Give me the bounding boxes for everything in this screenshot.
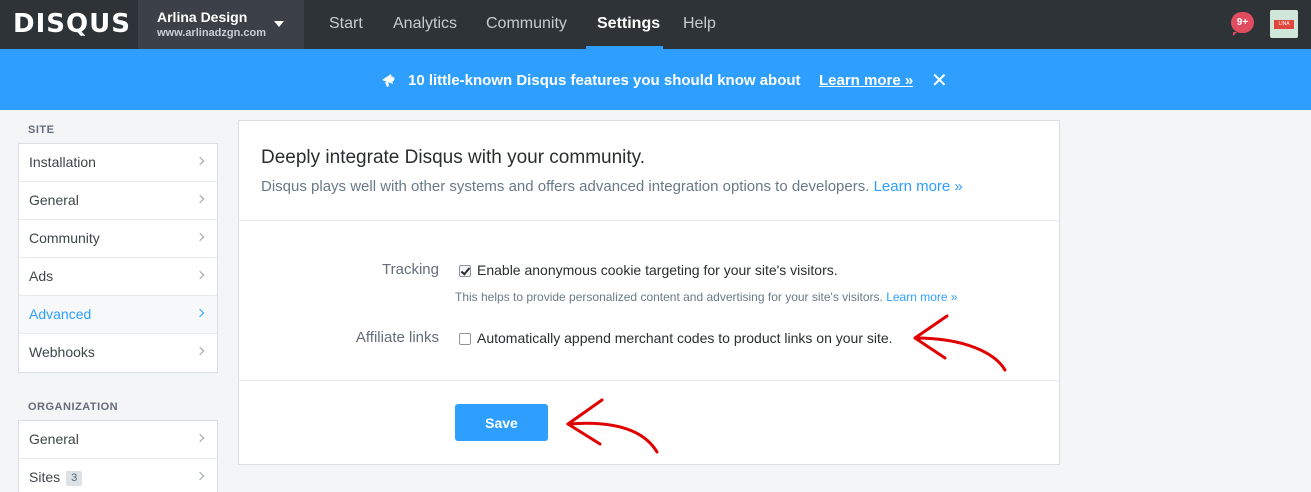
sidebar-item-webhooks[interactable]: Webhooks [19, 334, 217, 372]
disqus-logo[interactable]: DISQUS [13, 9, 131, 39]
tracking-label: Tracking [382, 261, 439, 278]
nav-help[interactable]: Help [683, 15, 716, 33]
tracking-checkbox[interactable] [459, 265, 471, 277]
sidebar-item-community[interactable]: Community [19, 220, 217, 258]
annotation-arrow-icon [566, 398, 659, 454]
banner-learn-more-link[interactable]: Learn more » [819, 72, 913, 89]
tracking-help: This helps to provide personalized conte… [455, 290, 883, 304]
chevron-right-icon [195, 156, 205, 166]
sites-count-badge: 3 [66, 471, 83, 486]
caret-down-icon [274, 21, 284, 27]
tracking-checkbox-label[interactable]: Enable anonymous cookie targeting for yo… [477, 262, 838, 278]
panel-header: Deeply integrate Disqus with your commun… [239, 121, 1059, 221]
chevron-right-icon [195, 270, 205, 280]
sidebar-item-general[interactable]: General [19, 182, 217, 220]
tracking-help-text: This helps to provide personalized conte… [455, 290, 958, 304]
close-icon[interactable]: ✕ [931, 68, 948, 93]
affiliate-links-checkbox[interactable] [459, 333, 471, 345]
sidebar-item-label: General [29, 431, 79, 447]
sidebar-item-org-general[interactable]: General [19, 421, 217, 459]
announcement-banner: 10 little-known Disqus features you shou… [0, 49, 1311, 110]
nav-analytics[interactable]: Analytics [393, 15, 457, 33]
page-subtitle: Disqus plays well with other systems and… [261, 178, 963, 195]
chevron-right-icon [195, 433, 205, 443]
avatar[interactable]: LINA [1270, 10, 1298, 38]
page-title: Deeply integrate Disqus with your commun… [261, 147, 646, 168]
nav-start[interactable]: Start [329, 15, 363, 33]
site-url: www.arlinadzgn.com [157, 27, 266, 39]
sidebar-item-label: Community [29, 230, 100, 246]
avatar-label: LINA [1274, 20, 1294, 29]
panel-divider [239, 380, 1059, 381]
subtitle-learn-more-link[interactable]: Learn more » [874, 178, 963, 195]
notification-badge[interactable]: 9+ [1231, 12, 1254, 36]
megaphone-icon [382, 74, 395, 87]
affiliate-links-label: Affiliate links [355, 329, 439, 346]
chevron-right-icon [195, 232, 205, 242]
sidebar-item-label: Webhooks [29, 344, 95, 360]
chevron-right-icon [195, 308, 205, 318]
site-switcher[interactable]: Arlina Design www.arlinadzgn.com [138, 0, 304, 49]
chevron-right-icon [195, 346, 205, 356]
affiliate-links-checkbox-label[interactable]: Automatically append merchant codes to p… [477, 330, 893, 346]
top-navigation: DISQUS Arlina Design www.arlinadzgn.com … [0, 0, 1311, 49]
annotation-arrow-icon [913, 314, 1007, 372]
sidebar-item-label: General [29, 192, 79, 208]
sidebar-item-label: Ads [29, 268, 54, 284]
sidebar-organization-list: General Sites 3 [18, 420, 218, 492]
nav-settings[interactable]: Settings [597, 15, 660, 33]
save-button[interactable]: Save [455, 404, 548, 441]
subtitle-text: Disqus plays well with other systems and… [261, 178, 870, 195]
sidebar-item-label: Advanced [29, 306, 92, 322]
sidebar-item-ads[interactable]: Ads [19, 258, 217, 296]
sidebar-item-label: Installation [29, 154, 96, 170]
chevron-right-icon [195, 471, 205, 481]
nav-community[interactable]: Community [486, 15, 567, 33]
sidebar-site-list: Installation General Community Ads Advan… [18, 143, 218, 373]
sidebar-item-advanced[interactable]: Advanced [19, 296, 217, 334]
chevron-right-icon [195, 194, 205, 204]
tracking-learn-more-link[interactable]: Learn more » [886, 290, 957, 304]
banner-text: 10 little-known Disqus features you shou… [408, 72, 801, 89]
sidebar-heading-organization: ORGANIZATION [28, 401, 119, 413]
sidebar-heading-site: SITE [28, 124, 55, 136]
sidebar-item-sites[interactable]: Sites 3 [19, 459, 217, 492]
sidebar-item-label: Sites [29, 469, 61, 485]
site-name: Arlina Design [157, 9, 248, 25]
sidebar-item-installation[interactable]: Installation [19, 144, 217, 182]
